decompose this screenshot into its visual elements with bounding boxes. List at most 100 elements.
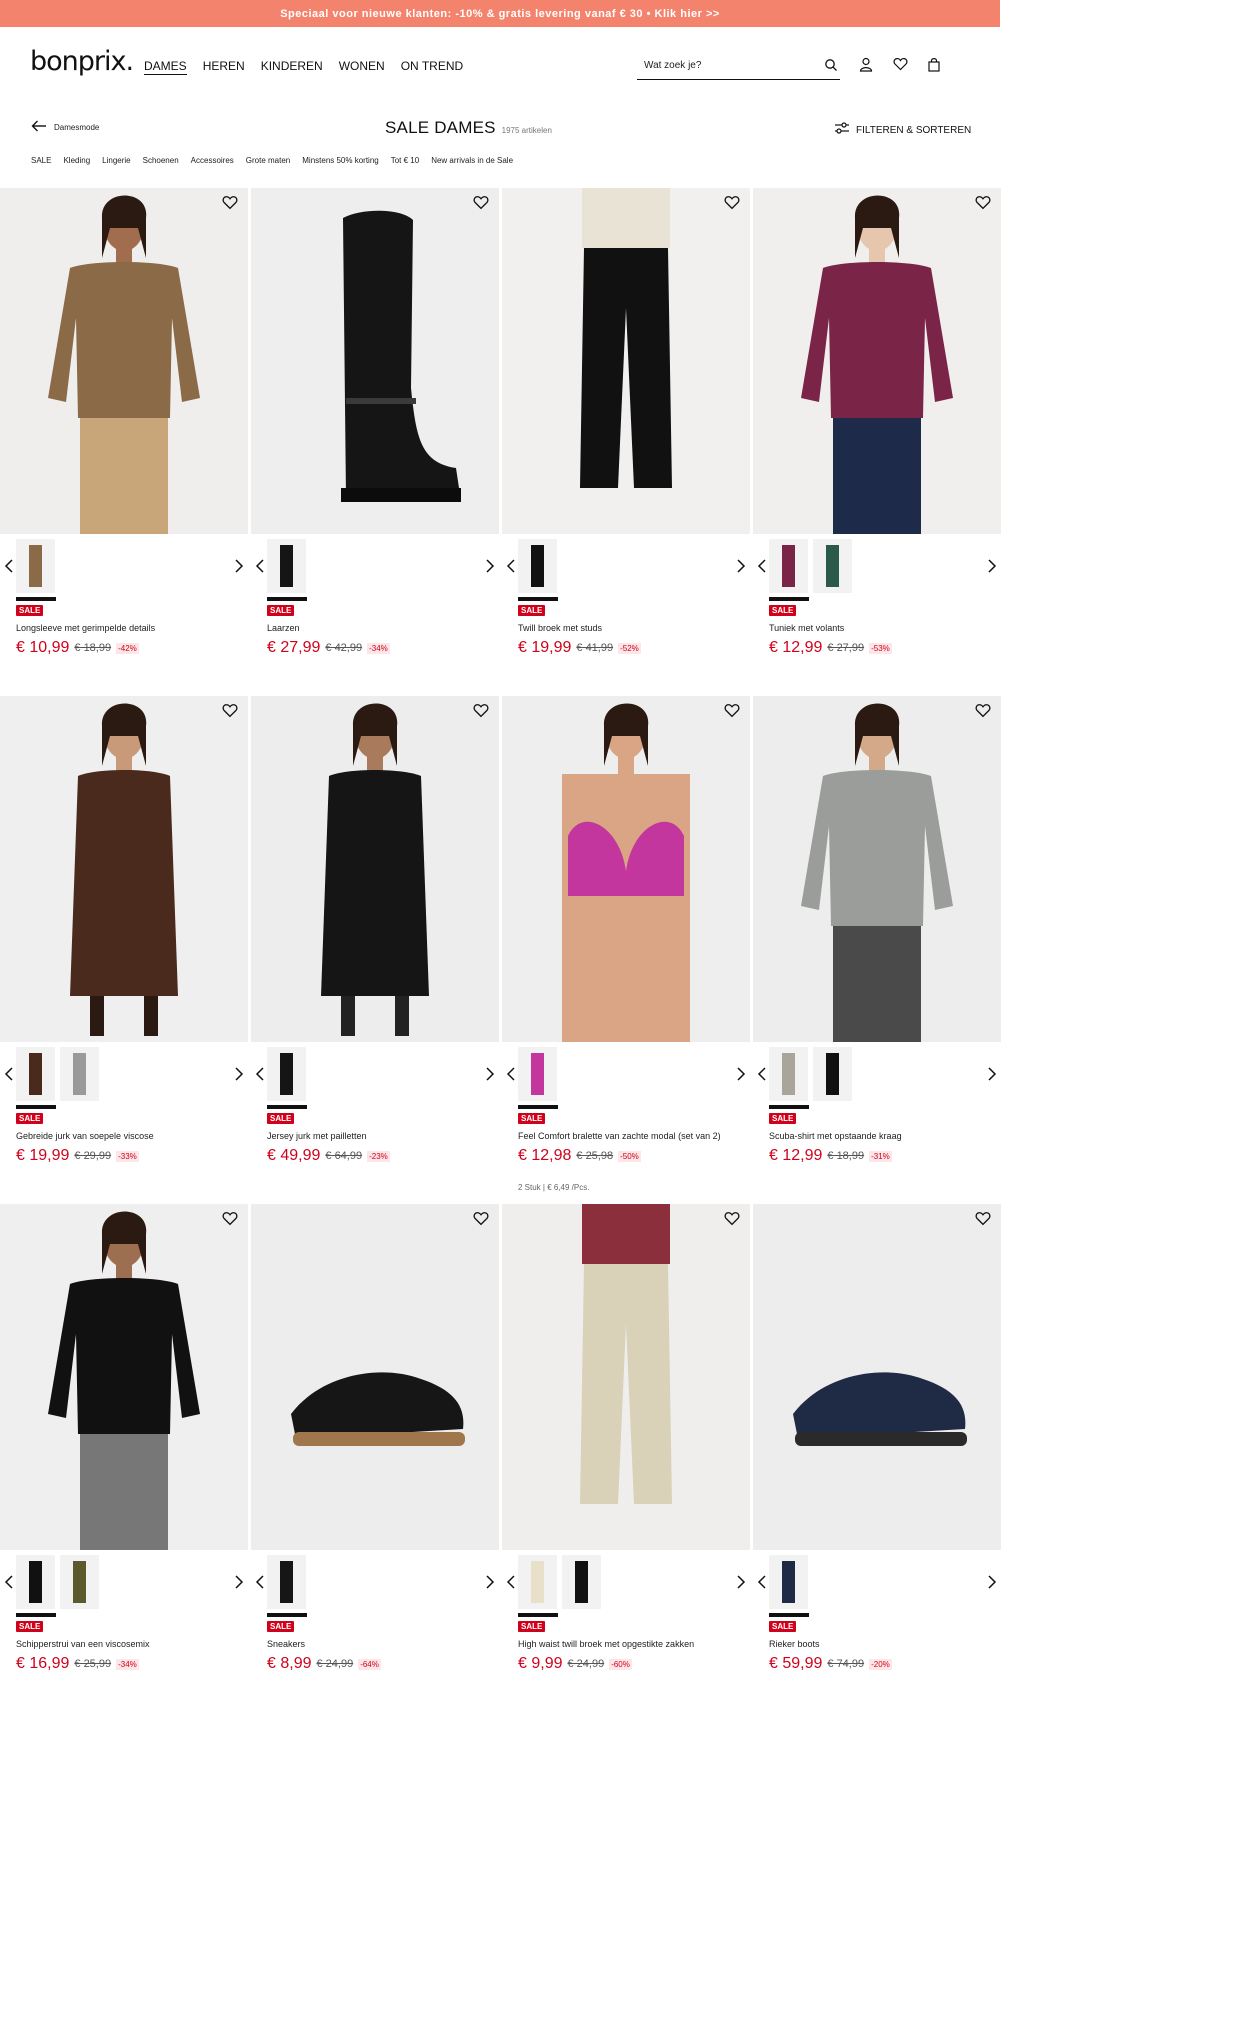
product-image[interactable] xyxy=(753,1204,1001,1550)
color-swatch[interactable] xyxy=(769,539,808,593)
wishlist-heart-icon[interactable] xyxy=(975,195,993,213)
subnav-grote-maten[interactable]: Grote maten xyxy=(246,156,290,165)
color-swatch[interactable] xyxy=(813,539,852,593)
filter-label[interactable]: FILTEREN & SORTEREN xyxy=(856,125,971,136)
nav-heren[interactable]: HEREN xyxy=(203,59,245,75)
chevron-left-icon[interactable] xyxy=(4,1067,14,1086)
bag-icon[interactable] xyxy=(925,55,943,73)
wishlist-heart-icon[interactable] xyxy=(222,703,240,721)
wishlist-heart-icon[interactable] xyxy=(975,703,993,721)
promo-text[interactable]: Speciaal voor nieuwe klanten: -10% & gra… xyxy=(280,8,720,20)
subnav-minstens-50[interactable]: Minstens 50% korting xyxy=(302,156,378,165)
promo-banner[interactable]: Speciaal voor nieuwe klanten: -10% & gra… xyxy=(0,0,1000,27)
chevron-left-icon[interactable] xyxy=(506,559,516,578)
chevron-left-icon[interactable] xyxy=(757,1575,767,1594)
back-label[interactable]: Damesmode xyxy=(54,123,99,132)
wishlist-heart-icon[interactable] xyxy=(473,195,491,213)
search-input[interactable] xyxy=(637,60,807,71)
color-swatch[interactable] xyxy=(769,1555,808,1609)
product-image[interactable] xyxy=(502,188,750,534)
chevron-left-icon[interactable] xyxy=(506,1067,516,1086)
nav-on-trend[interactable]: ON TREND xyxy=(401,59,463,75)
product-image[interactable] xyxy=(251,1204,499,1550)
wishlist-heart-icon[interactable] xyxy=(473,703,491,721)
product-card[interactable]: SALE Tuniek met volants € 12,99 € 27,99 … xyxy=(753,188,1001,696)
product-image[interactable] xyxy=(502,696,750,1042)
color-swatch[interactable] xyxy=(518,539,557,593)
product-image[interactable] xyxy=(0,188,248,534)
wishlist-heart-icon[interactable] xyxy=(975,1211,993,1229)
color-swatch[interactable] xyxy=(16,1047,55,1101)
subnav-kleding[interactable]: Kleding xyxy=(63,156,90,165)
product-image[interactable] xyxy=(251,696,499,1042)
chevron-right-icon[interactable] xyxy=(234,559,244,578)
chevron-right-icon[interactable] xyxy=(234,1575,244,1594)
color-swatch[interactable] xyxy=(16,1555,55,1609)
product-name[interactable]: High waist twill broek met opgestikte za… xyxy=(518,1639,743,1649)
product-card[interactable]: SALE High waist twill broek met opgestik… xyxy=(502,1204,750,1712)
product-card[interactable]: SALE Schipperstrui van een viscosemix € … xyxy=(0,1204,248,1712)
color-swatch[interactable] xyxy=(60,1555,99,1609)
nav-dames[interactable]: DAMES xyxy=(144,59,187,75)
chevron-left-icon[interactable] xyxy=(506,1575,516,1594)
nav-wonen[interactable]: WONEN xyxy=(339,59,385,75)
arrow-left-icon[interactable] xyxy=(31,120,47,134)
product-card[interactable]: SALE Feel Comfort bralette van zachte mo… xyxy=(502,696,750,1204)
product-image[interactable] xyxy=(251,188,499,534)
product-name[interactable]: Sneakers xyxy=(267,1639,492,1649)
chevron-left-icon[interactable] xyxy=(255,1575,265,1594)
wishlist-heart-icon[interactable] xyxy=(222,1211,240,1229)
product-image[interactable] xyxy=(502,1204,750,1550)
back-link[interactable]: Damesmode xyxy=(31,120,99,134)
filter-sort-button[interactable]: FILTEREN & SORTEREN xyxy=(834,122,971,138)
color-swatch[interactable] xyxy=(562,1555,601,1609)
product-image[interactable] xyxy=(0,1204,248,1550)
product-card[interactable]: SALE Twill broek met studs € 19,99 € 41,… xyxy=(502,188,750,696)
wishlist-heart-icon[interactable] xyxy=(222,195,240,213)
color-swatch[interactable] xyxy=(518,1047,557,1101)
chevron-right-icon[interactable] xyxy=(736,1067,746,1086)
color-swatch[interactable] xyxy=(16,539,55,593)
subnav-lingerie[interactable]: Lingerie xyxy=(102,156,130,165)
product-name[interactable]: Twill broek met studs xyxy=(518,623,743,633)
color-swatch[interactable] xyxy=(769,1047,808,1101)
subnav-tot-10[interactable]: Tot € 10 xyxy=(391,156,419,165)
chevron-left-icon[interactable] xyxy=(255,1067,265,1086)
chevron-right-icon[interactable] xyxy=(234,1067,244,1086)
chevron-left-icon[interactable] xyxy=(757,559,767,578)
user-icon[interactable] xyxy=(857,55,875,73)
chevron-right-icon[interactable] xyxy=(987,1575,997,1594)
color-swatch[interactable] xyxy=(518,1555,557,1609)
product-card[interactable]: SALE Gebreide jurk van soepele viscose €… xyxy=(0,696,248,1204)
product-image[interactable] xyxy=(753,696,1001,1042)
chevron-right-icon[interactable] xyxy=(485,1067,495,1086)
product-card[interactable]: SALE Sneakers € 8,99 € 24,99 -64% xyxy=(251,1204,499,1712)
wishlist-heart-icon[interactable] xyxy=(724,195,742,213)
brand-logo[interactable]: bonprix. xyxy=(30,46,134,77)
heart-icon[interactable] xyxy=(891,55,909,73)
wishlist-heart-icon[interactable] xyxy=(724,703,742,721)
wishlist-heart-icon[interactable] xyxy=(473,1211,491,1229)
product-name[interactable]: Laarzen xyxy=(267,623,492,633)
product-name[interactable]: Longsleeve met gerimpelde details xyxy=(16,623,241,633)
product-name[interactable]: Schipperstrui van een viscosemix xyxy=(16,1639,241,1649)
product-card[interactable]: SALE Longsleeve met gerimpelde details €… xyxy=(0,188,248,696)
nav-kinderen[interactable]: KINDEREN xyxy=(261,59,323,75)
color-swatch[interactable] xyxy=(813,1047,852,1101)
subnav-accessoires[interactable]: Accessoires xyxy=(191,156,234,165)
chevron-right-icon[interactable] xyxy=(987,1067,997,1086)
product-name[interactable]: Tuniek met volants xyxy=(769,623,994,633)
chevron-right-icon[interactable] xyxy=(987,559,997,578)
color-swatch[interactable] xyxy=(60,1047,99,1101)
chevron-left-icon[interactable] xyxy=(4,559,14,578)
product-card[interactable]: SALE Rieker boots € 59,99 € 74,99 -20% xyxy=(753,1204,1001,1712)
product-image[interactable] xyxy=(753,188,1001,534)
chevron-left-icon[interactable] xyxy=(757,1067,767,1086)
wishlist-heart-icon[interactable] xyxy=(724,1211,742,1229)
color-swatch[interactable] xyxy=(267,1555,306,1609)
product-name[interactable]: Feel Comfort bralette van zachte modal (… xyxy=(518,1131,743,1141)
chevron-left-icon[interactable] xyxy=(255,559,265,578)
subnav-new-arrivals[interactable]: New arrivals in de Sale xyxy=(431,156,513,165)
product-name[interactable]: Rieker boots xyxy=(769,1639,994,1649)
chevron-right-icon[interactable] xyxy=(736,1575,746,1594)
